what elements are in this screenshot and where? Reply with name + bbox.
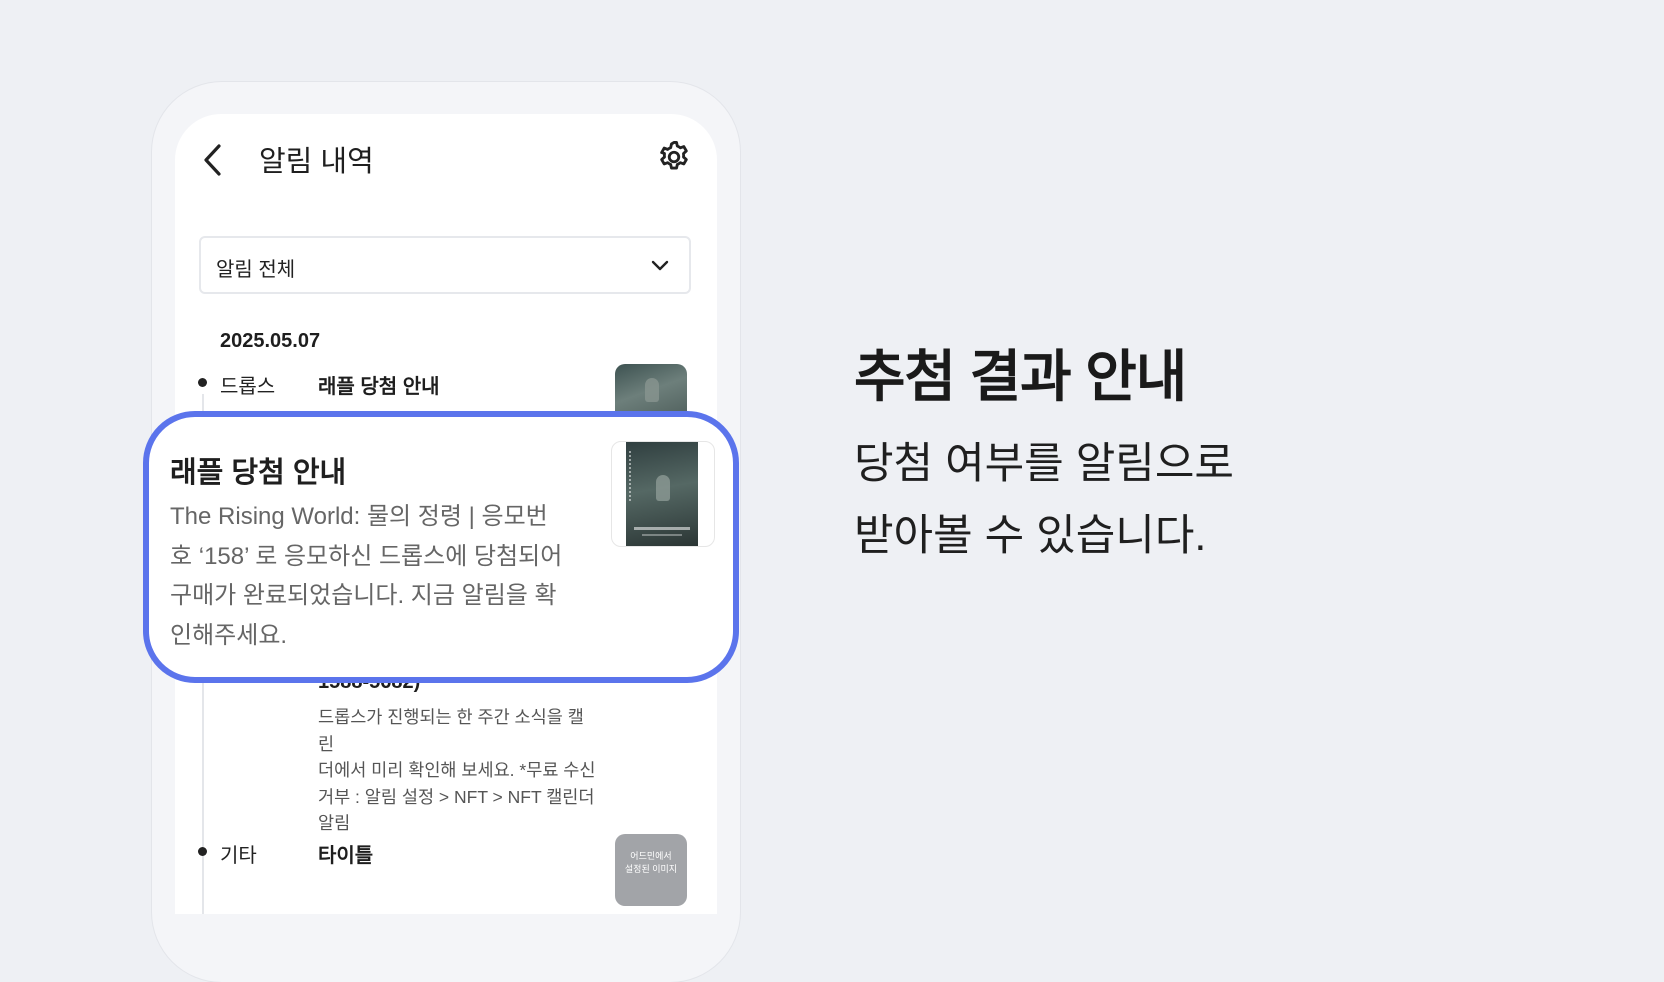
chevron-down-icon xyxy=(651,260,669,271)
back-button[interactable] xyxy=(197,140,229,180)
item-body: 드롭스가 진행되는 한 주간 소식을 캘린 더에서 미리 확인해 보세요. *무… xyxy=(318,707,596,833)
poster-image xyxy=(611,441,715,547)
item-category: 기타 xyxy=(220,845,257,867)
filter-selected-value: 알림 전체 xyxy=(216,259,296,281)
timeline-bullet xyxy=(198,847,207,856)
item-title[interactable]: 래플 당첨 안내 xyxy=(318,370,440,399)
chevron-left-icon xyxy=(204,144,221,176)
highlighted-notification-card[interactable]: 래플 당첨 안내 The Rising World: 물의 정령 | 응모번 호… xyxy=(143,411,739,683)
card-title: 래플 당첨 안내 xyxy=(170,457,347,489)
promo-subtext: 당첨 여부를 알림으로 받아볼 수 있습니다. xyxy=(854,440,1234,560)
gear-icon xyxy=(660,141,688,170)
card-body: The Rising World: 물의 정령 | 응모번 호 ‘158’ 로 … xyxy=(170,503,563,649)
settings-button[interactable] xyxy=(655,138,693,176)
date-heading: 2025.05.07 xyxy=(220,330,321,352)
item-title[interactable]: 타이틀 xyxy=(318,839,373,868)
app-header: 알림 내역 xyxy=(175,114,717,204)
timeline-bullet xyxy=(198,378,207,387)
item-category: 드롭스 xyxy=(220,376,276,398)
page-title: 알림 내역 xyxy=(259,146,374,178)
item-thumbnail-placeholder: 어드민에서 설정된 이미지 xyxy=(615,834,687,906)
promo-headline: 추첨 결과 안내 xyxy=(854,345,1187,408)
notification-filter-select[interactable]: 알림 전체 xyxy=(199,236,691,294)
